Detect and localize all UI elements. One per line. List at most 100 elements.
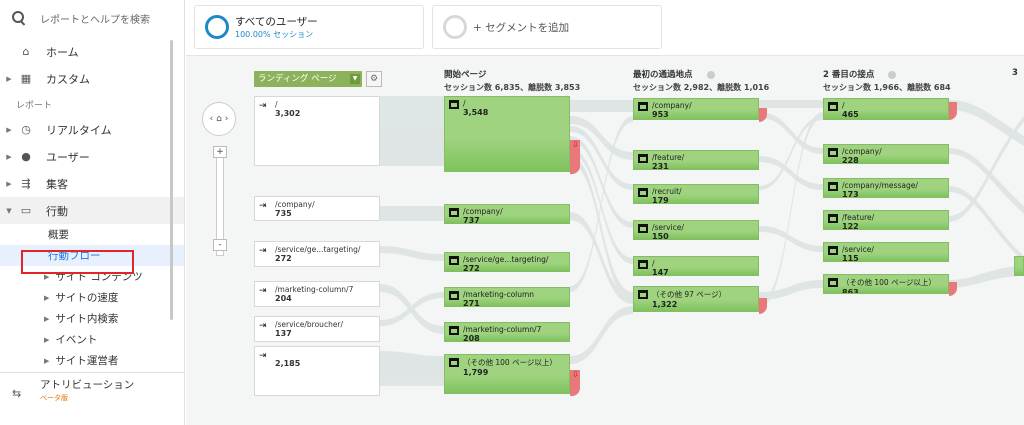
page-icon: [449, 256, 459, 265]
attribution-icon: ⇆: [12, 387, 22, 400]
start-page-node[interactable]: /marketing-column 271: [444, 287, 570, 307]
add-segment-label: + セグメントを追加: [473, 21, 570, 34]
pan-control[interactable]: ‹ ⌂ ›: [202, 102, 236, 136]
start-page-node[interactable]: /service/ge...targeting/ 272: [444, 252, 570, 272]
column-header-third: 3: [1012, 68, 1018, 78]
second-interaction-node[interactable]: /company/ 228: [823, 144, 949, 164]
acquisition-icon: ⇶: [21, 176, 31, 190]
landing-page-dropdown[interactable]: ランディング ページ ▼: [254, 71, 362, 87]
page-icon: [449, 208, 459, 217]
first-interaction-node[interactable]: /service/ 150: [633, 220, 759, 240]
sidebar-item-label: ホーム: [46, 45, 79, 59]
landing-node[interactable]: ⇥ /company/ 735: [254, 196, 380, 221]
sidebar-item-label: ユーザー: [46, 150, 90, 164]
behavior-flow-panel: ‹ ⌂ › + - ランディング ページ ▼ ⚙ 開始ページ セッション数 6,…: [186, 56, 1024, 425]
chevron-right-icon: ▶: [6, 74, 12, 83]
sidebar-item-audience[interactable]: ▶ ● ユーザー: [0, 143, 184, 170]
person-icon: ●: [21, 149, 31, 163]
entrance-arrow-icon: ⇥: [259, 321, 267, 331]
sidebar-item-label: カスタム: [46, 72, 90, 86]
sidebar-scrollbar[interactable]: [170, 40, 173, 320]
dropdown-arrow-icon: ▼: [350, 74, 360, 84]
landing-node[interactable]: ⇥ /service/ge...targeting/ 272: [254, 241, 380, 267]
close-icon[interactable]: [706, 70, 715, 79]
flow-canvas[interactable]: ‹ ⌂ › + - ランディング ページ ▼ ⚙ 開始ページ セッション数 6,…: [186, 56, 1024, 425]
segment-ring-icon: [205, 15, 229, 39]
sidebar-subitem-overview[interactable]: 概要: [0, 224, 184, 245]
landing-node[interactable]: ⇥ /marketing-column/7 204: [254, 281, 380, 307]
second-interaction-node[interactable]: /feature/ 122: [823, 210, 949, 230]
clock-icon: ◷: [21, 122, 31, 136]
page-icon: [638, 102, 648, 111]
page-icon: [449, 358, 459, 367]
sidebar-item-realtime[interactable]: ▶ ◷ リアルタイム: [0, 116, 184, 143]
landing-node[interactable]: ⇥ /service/broucher/ 137: [254, 316, 380, 342]
second-interaction-node[interactable]: / 465: [823, 98, 949, 120]
sidebar-item-custom[interactable]: ▶ ▦ カスタム: [0, 65, 184, 92]
second-interaction-node[interactable]: /company/message/ 173: [823, 178, 949, 198]
sidebar-subitem-events[interactable]: ▶ イベント: [0, 329, 184, 350]
search-bar[interactable]: レポートとヘルプを検索: [0, 0, 184, 36]
dropoff-indicator[interactable]: ⇩: [570, 370, 580, 396]
sidebar-subitem-publisher[interactable]: ▶ サイト運営者: [0, 350, 184, 371]
sidebar-item-acquisition[interactable]: ▶ ⇶ 集客: [0, 170, 184, 197]
entrance-arrow-icon: ⇥: [259, 101, 267, 111]
sidebar-subitem-site-speed[interactable]: ▶ サイトの速度: [0, 287, 184, 308]
chevron-down-icon: ▼: [6, 206, 12, 215]
app-root: レポートとヘルプを検索 ⌂ ホーム ▶ ▦ カスタム レポート ▶ ◷ リアルタ…: [0, 0, 1024, 425]
sidebar-subitem-site-search[interactable]: ▶ サイト内検索: [0, 308, 184, 329]
chevron-right-icon: ▶: [6, 179, 12, 188]
sidebar-item-label: リアルタイム: [46, 123, 112, 137]
start-page-node[interactable]: /marketing-column/7 208: [444, 322, 570, 342]
first-interaction-node[interactable]: （その他 97 ページ） 1,322: [633, 286, 759, 312]
gear-icon[interactable]: ⚙: [366, 71, 382, 87]
page-icon: [638, 188, 648, 197]
zoom-in-button[interactable]: +: [213, 146, 227, 158]
entrance-arrow-icon: ⇥: [259, 246, 267, 256]
sidebar-item-attribution[interactable]: ⇆ アトリビューション ベータ版: [0, 372, 184, 412]
landing-node[interactable]: ⇥ / 3,302: [254, 96, 380, 166]
first-interaction-node[interactable]: /recruit/ 179: [633, 184, 759, 204]
page-icon: [828, 148, 838, 157]
start-page-node[interactable]: /company/ 737: [444, 204, 570, 224]
first-interaction-node[interactable]: / 147: [633, 256, 759, 276]
sidebar-subitem-site-content[interactable]: ▶ サイト コンテンツ: [0, 266, 184, 287]
chevron-right-icon: ▶: [6, 152, 12, 161]
segment-bar: すべてのユーザー 100.00% セッション + セグメントを追加: [186, 0, 1024, 56]
sidebar-item-behavior[interactable]: ▼ ▭ 行動: [0, 197, 184, 224]
page-icon: [828, 214, 838, 223]
segment-name: すべてのユーザー: [235, 16, 318, 28]
page-icon: [828, 246, 838, 255]
sidebar-item-home[interactable]: ⌂ ホーム: [0, 38, 184, 65]
second-interaction-node[interactable]: （その他 100 ページ以上） 863: [823, 274, 949, 294]
start-page-node[interactable]: / 3,548: [444, 96, 570, 172]
page-icon: [449, 100, 459, 109]
page-icon: [828, 182, 838, 191]
close-icon[interactable]: [888, 70, 897, 79]
second-interaction-node[interactable]: /service/ 115: [823, 242, 949, 262]
chevron-right-icon: ▶: [44, 293, 50, 302]
segment-all-users[interactable]: すべてのユーザー 100.00% セッション: [194, 5, 424, 49]
add-segment-button[interactable]: + セグメントを追加: [432, 5, 662, 49]
window-icon: ▭: [20, 203, 32, 217]
chevron-right-icon: ▶: [44, 335, 50, 344]
home-icon: ⌂: [22, 44, 30, 58]
chevron-right-icon: ▶: [44, 272, 50, 281]
zoom-out-button[interactable]: -: [213, 239, 227, 251]
dropoff-indicator[interactable]: ⇩: [570, 140, 580, 174]
sidebar-subitem-behavior-flow[interactable]: 行動フロー: [0, 245, 184, 266]
third-interaction-node[interactable]: [1014, 256, 1024, 276]
entrance-arrow-icon: ⇥: [259, 351, 267, 361]
page-icon: [638, 260, 648, 269]
first-interaction-node[interactable]: /feature/ 231: [633, 150, 759, 170]
grid-icon: ▦: [20, 71, 32, 85]
page-icon: [449, 291, 459, 300]
start-page-node[interactable]: （その他 100 ページ以上） 1,799: [444, 354, 570, 394]
chevron-right-icon: ▶: [44, 356, 50, 365]
landing-node[interactable]: ⇥ 2,185: [254, 346, 380, 396]
first-interaction-node[interactable]: /company/ 953: [633, 98, 759, 120]
page-icon: [638, 290, 648, 299]
page-icon: [828, 278, 838, 287]
empty-ring-icon: [443, 15, 467, 39]
search-icon: [12, 11, 26, 25]
